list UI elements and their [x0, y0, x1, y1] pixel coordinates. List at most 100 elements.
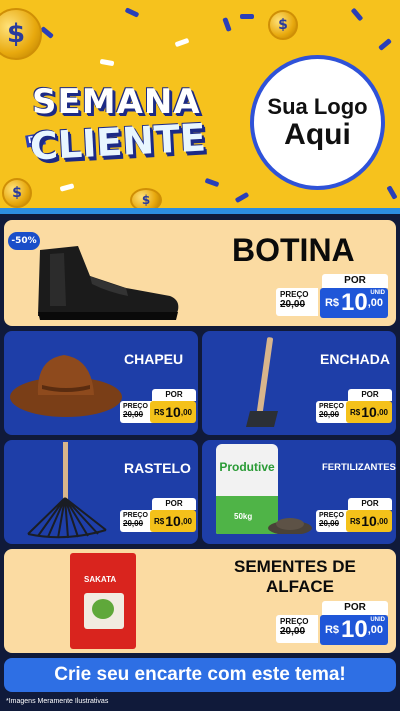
price-integer: 10 [341, 289, 368, 316]
current-price: R$ 10 ,00 UNID [320, 615, 388, 645]
coin-icon: $ [0, 8, 42, 60]
product-name: ENCHADA [320, 351, 390, 367]
title-cliente: CLIENTE [28, 115, 207, 169]
preco-label: PREÇO [280, 617, 309, 626]
discount-badge: -50% [8, 232, 40, 250]
currency-symbol: R$ [324, 297, 340, 309]
product-card-enchada[interactable]: ENCHADA POR PREÇO 20,00 R$ 10 ,00 [202, 331, 396, 435]
confetti-decoration [240, 14, 254, 19]
bag-weight: 50kg [234, 512, 253, 521]
pack-brand: SAKATA [84, 575, 117, 584]
current-price: R$ 10 ,00 UNID [320, 288, 388, 318]
por-label: POR [152, 389, 196, 401]
price-integer: 10 [361, 513, 377, 529]
old-price: 20,00 [280, 299, 306, 310]
preco-label: PREÇO [319, 512, 344, 519]
old-price-box: PREÇO 20,00 [276, 615, 318, 643]
price-tag: POR PREÇO 20,00 R$ 10 ,00 [316, 498, 392, 534]
preco-label: PREÇO [280, 290, 309, 299]
price-integer: 10 [165, 404, 181, 420]
confetti-decoration [40, 26, 54, 39]
price-tag: POR PREÇO 20,00 R$ 10 ,00 [120, 389, 196, 425]
current-price: R$ 10 ,00 [150, 510, 196, 532]
price-tag: POR PREÇO 20,00 R$ 10 ,00 [120, 498, 196, 534]
hero-banner: $ $ $ $ SEMANA DO CLIENTE Sua Logo Aqui [0, 0, 400, 212]
logo-placeholder[interactable]: Sua Logo Aqui [250, 55, 385, 190]
por-label: POR [152, 498, 196, 510]
old-price: 20,00 [123, 519, 144, 528]
hero-divider [0, 208, 400, 214]
confetti-decoration [350, 7, 364, 22]
cta-button[interactable]: Crie seu encarte com este tema! [4, 658, 396, 692]
por-label: POR [348, 498, 392, 510]
confetti-decoration [99, 58, 115, 67]
product-name-line2: ALFACE [266, 577, 334, 596]
coin-icon: $ [268, 10, 298, 40]
logo-text-line2: Aqui [284, 117, 351, 151]
old-price: 20,00 [123, 410, 144, 419]
price-tag: POR PREÇO 20,00 R$ 10 ,00 UNID [276, 601, 388, 647]
seed-pack-image: SAKATA [70, 553, 136, 649]
unit-label: UNID [370, 617, 385, 623]
product-name-line1: SEMENTES DE [234, 557, 356, 576]
price-cents: ,00 [376, 407, 388, 417]
currency-symbol: R$ [324, 624, 340, 636]
lettuce-icon [92, 599, 114, 619]
currency-symbol: R$ [154, 516, 165, 526]
preco-label: PREÇO [123, 403, 148, 410]
footnote: *Imagens Meramente Ilustrativas [6, 698, 109, 705]
product-card-fertilizantes[interactable]: FERTILIZANTES Produtive 50kg POR PREÇO 2… [202, 440, 396, 544]
price-tag: POR PREÇO 20,00 R$ 10 ,00 [316, 389, 392, 425]
currency-symbol: R$ [350, 516, 361, 526]
coin-icon: $ [2, 178, 32, 208]
rake-image [27, 442, 107, 539]
current-price: R$ 10 ,00 [346, 401, 392, 423]
product-card-rastelo[interactable]: RASTELO POR PREÇO 20,00 R$ 10 ,00 [4, 440, 198, 544]
confetti-decoration [174, 37, 190, 48]
old-price-box: PREÇO 20,00 [316, 401, 350, 423]
product-name: RASTELO [124, 460, 191, 476]
confetti-decoration [124, 7, 140, 18]
old-price-box: PREÇO 20,00 [120, 510, 154, 532]
old-price: 20,00 [319, 410, 340, 419]
currency-symbol: R$ [350, 407, 361, 417]
confetti-decoration [378, 38, 392, 51]
hoe-image [246, 337, 278, 427]
product-name: CHAPEU [124, 351, 184, 367]
por-label: POR [322, 274, 388, 288]
price-cents: ,00 [180, 516, 192, 526]
confetti-decoration [386, 185, 398, 200]
product-card-chapeu[interactable]: CHAPEU POR PREÇO 20,00 R$ 10 ,00 [4, 331, 198, 435]
soil-pile-image [268, 518, 312, 534]
old-price-box: PREÇO 20,00 [316, 510, 350, 532]
product-card-sementes[interactable]: SAKATA SEMENTES DE ALFACE POR PREÇO 20,0… [4, 549, 396, 653]
price-tag: POR PREÇO 20,00 R$ 10 ,00 UNID [276, 274, 388, 320]
old-price: 20,00 [319, 519, 340, 528]
product-name: FERTILIZANTES [322, 462, 396, 473]
price-cents: ,00 [376, 516, 388, 526]
price-cents: ,00 [180, 407, 192, 417]
por-label: POR [348, 389, 392, 401]
current-price: R$ 10 ,00 [346, 510, 392, 532]
price-integer: 10 [165, 513, 181, 529]
por-label: POR [322, 601, 388, 615]
preco-label: PREÇO [123, 512, 148, 519]
old-price: 20,00 [280, 626, 306, 637]
boot-image [38, 246, 179, 320]
hat-image [10, 355, 122, 417]
price-integer: 10 [341, 616, 368, 643]
product-name: BOTINA [232, 232, 355, 268]
price-integer: 10 [361, 404, 377, 420]
campaign-title: SEMANA DO CLIENTE [22, 82, 227, 182]
confetti-decoration [234, 191, 250, 204]
product-card-botina[interactable]: BOTINA POR PREÇO 20,00 R$ 10 ,00 UNID [4, 220, 396, 326]
preco-label: PREÇO [319, 403, 344, 410]
price-cents: ,00 [367, 624, 384, 636]
bag-brand: Produtive [219, 460, 275, 474]
currency-symbol: R$ [154, 407, 165, 417]
unit-label: UNID [370, 290, 385, 296]
old-price-box: PREÇO 20,00 [120, 401, 154, 423]
confetti-decoration [222, 17, 232, 32]
confetti-decoration [59, 183, 75, 192]
old-price-box: PREÇO 20,00 [276, 288, 318, 316]
